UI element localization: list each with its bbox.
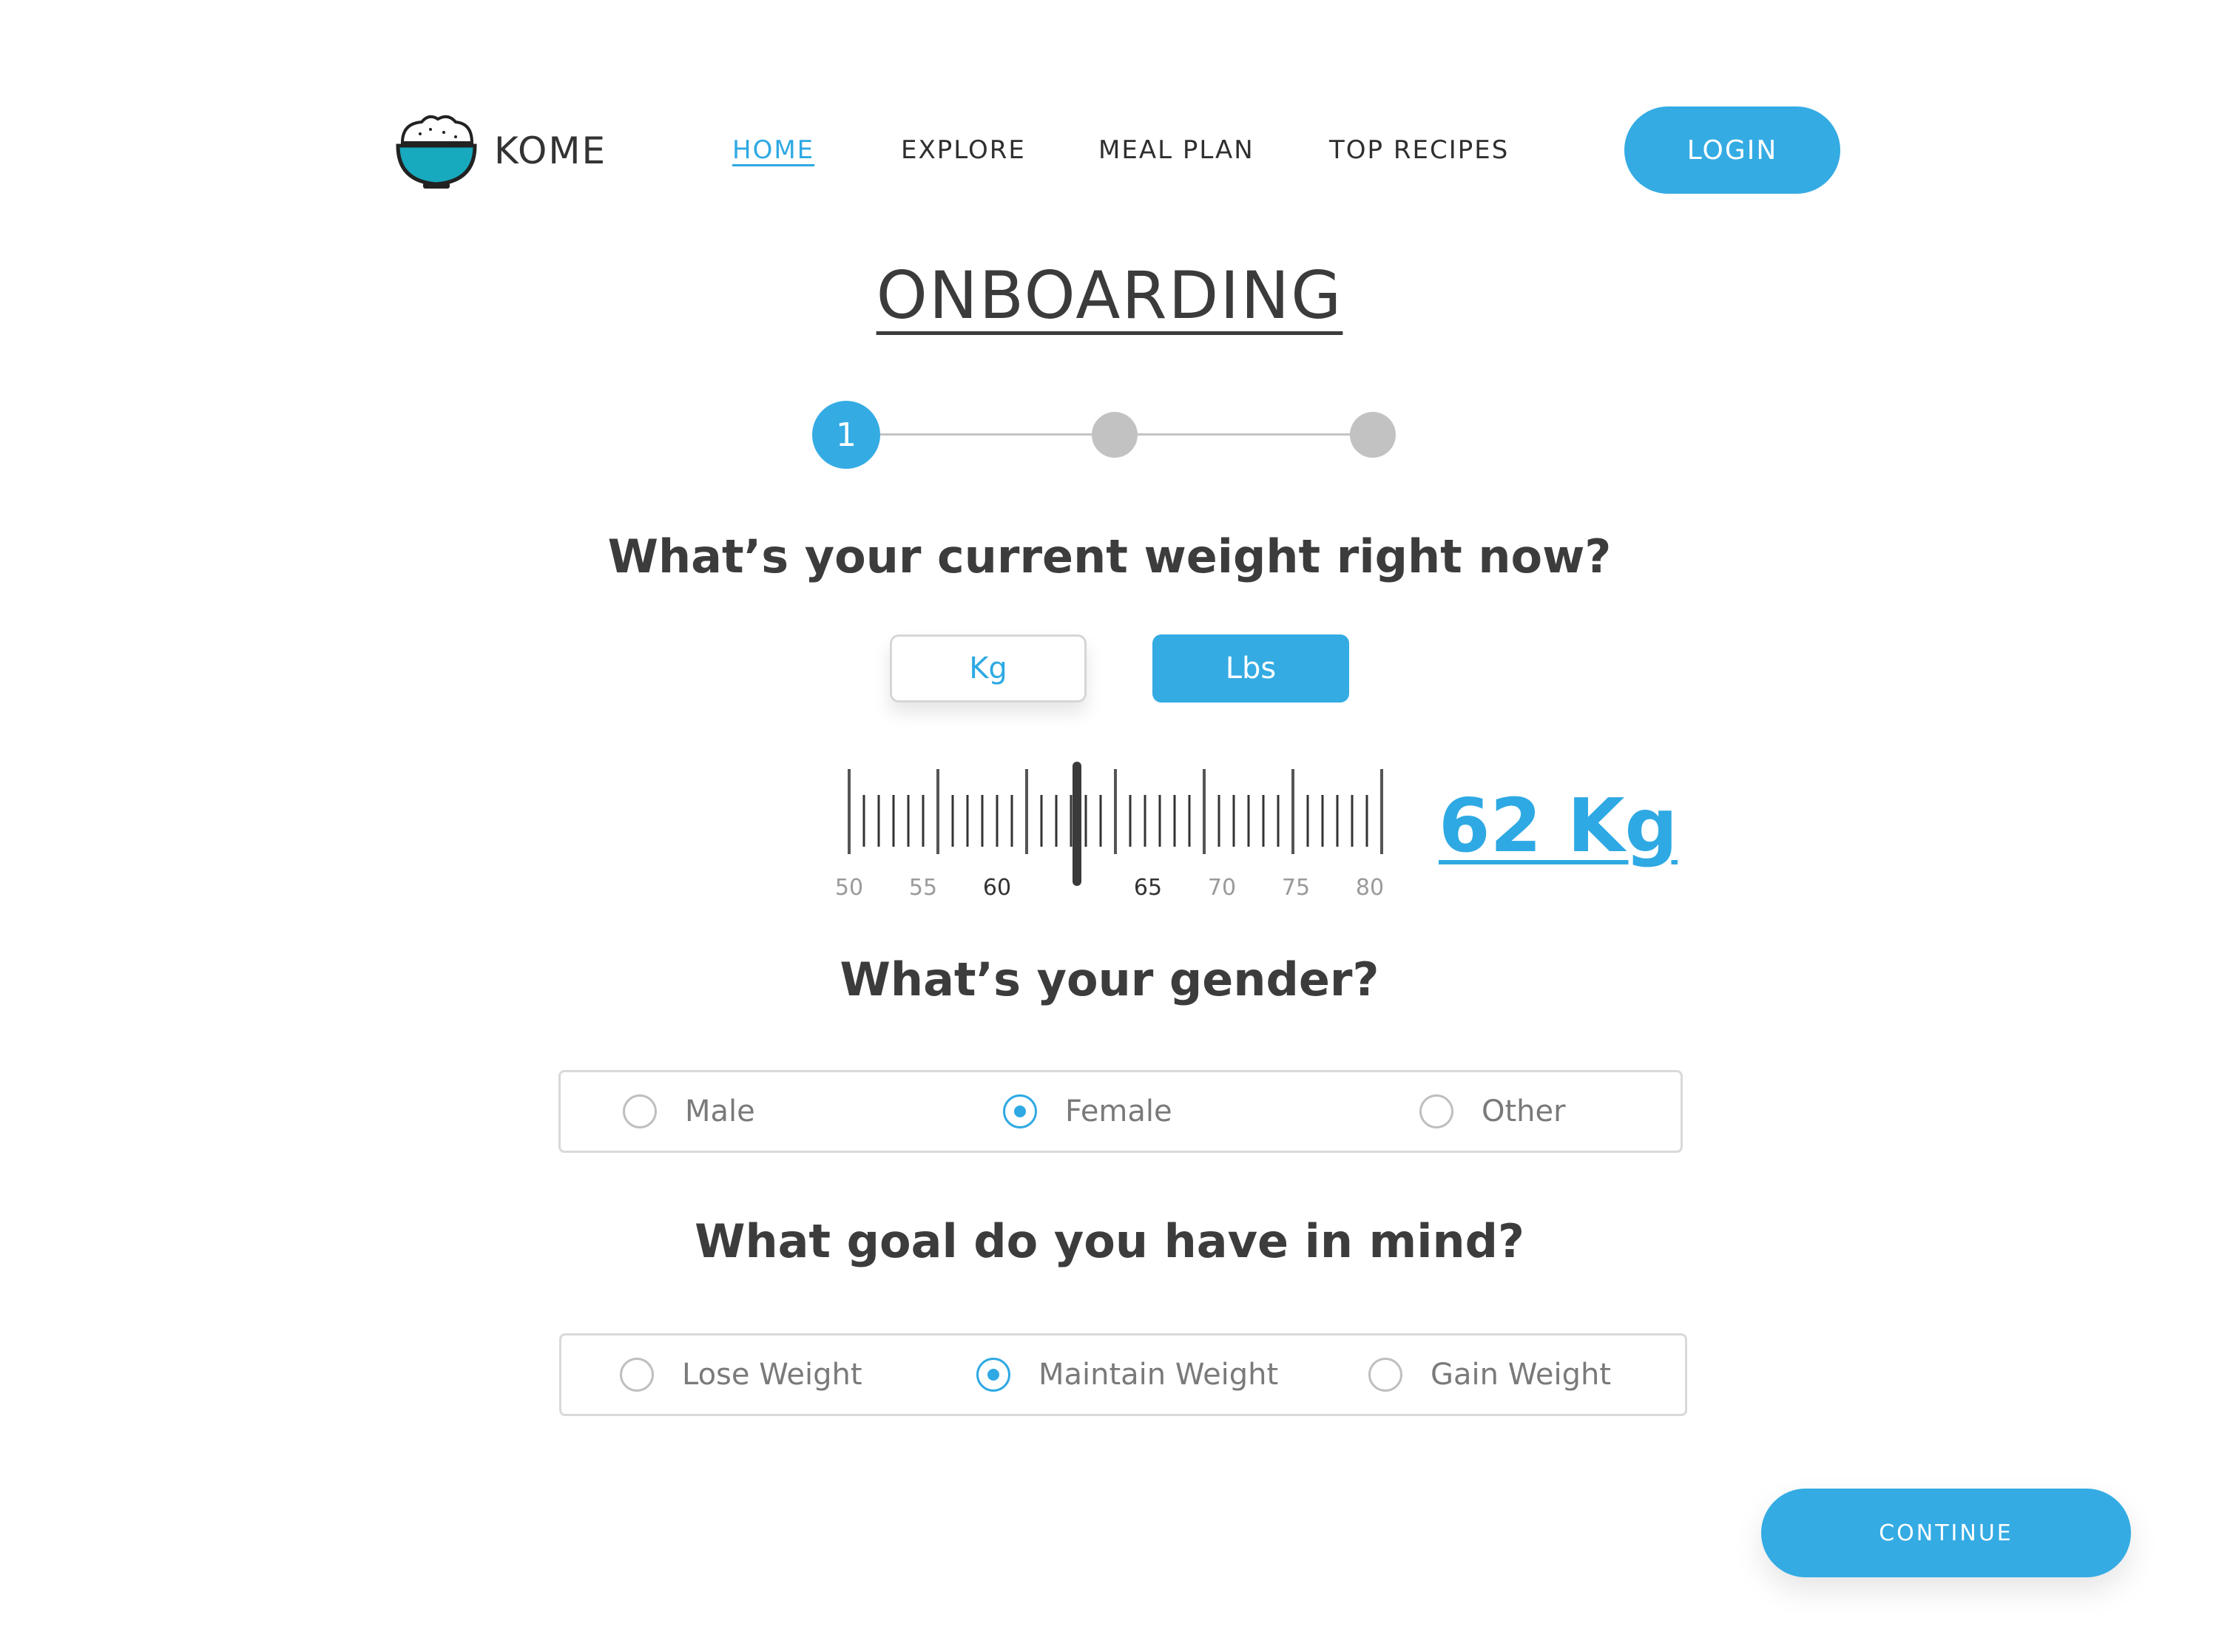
gender-option-female[interactable]: Female — [1003, 1094, 1172, 1128]
login-button[interactable]: LOGIN — [1624, 106, 1840, 194]
unit-kg-button[interactable]: Kg — [890, 634, 1087, 703]
radio-circle-icon[interactable] — [1419, 1094, 1453, 1128]
gender-option-other[interactable]: Other — [1419, 1094, 1566, 1128]
radio-label: Female — [1065, 1094, 1172, 1128]
gender-question: What’s your gender? — [840, 952, 1379, 1006]
continue-button[interactable]: CONTINUE — [1761, 1489, 2131, 1577]
step-2-indicator[interactable] — [1092, 412, 1138, 458]
ruler-tick-label: 65 — [1134, 875, 1162, 901]
radio-circle-icon[interactable] — [623, 1094, 657, 1128]
stepper-connector — [1138, 433, 1351, 436]
brand-name: KOME — [494, 129, 607, 172]
weight-ruler-slider[interactable]: 50 55 60 65 70 75 80 — [814, 747, 1405, 917]
nav-explore[interactable]: EXPLORE — [901, 135, 1026, 165]
radio-label: Gain Weight — [1431, 1358, 1612, 1392]
step-1-indicator[interactable]: 1 — [812, 401, 880, 469]
step-3-indicator[interactable] — [1350, 412, 1396, 458]
rice-bowl-icon — [396, 115, 477, 189]
radio-label: Other — [1482, 1094, 1566, 1128]
radio-label: Maintain Weight — [1038, 1358, 1279, 1392]
gender-option-male[interactable]: Male — [623, 1094, 755, 1128]
weight-value: 62 Kg — [1439, 782, 1678, 869]
radio-label: Male — [685, 1094, 755, 1128]
radio-circle-checked-icon[interactable] — [1003, 1094, 1037, 1128]
ruler-tick-label: 75 — [1282, 875, 1310, 901]
ruler-tick-label: 70 — [1208, 875, 1236, 901]
radio-circle-checked-icon[interactable] — [976, 1358, 1010, 1392]
goal-option-maintain-weight[interactable]: Maintain Weight — [976, 1358, 1278, 1392]
goal-option-gain-weight[interactable]: Gain Weight — [1368, 1358, 1611, 1392]
goal-option-lose-weight[interactable]: Lose Weight — [620, 1358, 862, 1392]
page-title: ONBOARDING — [876, 257, 1343, 334]
ruler-indicator[interactable] — [1073, 762, 1081, 886]
radio-circle-icon[interactable] — [620, 1358, 654, 1392]
ruler-tick-label: 50 — [835, 875, 863, 901]
nav-meal-plan[interactable]: MEAL PLAN — [1098, 135, 1254, 165]
unit-lbs-button[interactable]: Lbs — [1152, 634, 1349, 703]
ruler-tick-label: 60 — [983, 875, 1011, 901]
weight-question: What’s your current weight right now? — [607, 529, 1612, 583]
goal-question: What goal do you have in mind? — [695, 1214, 1524, 1268]
ruler-tick-label: 80 — [1356, 875, 1384, 901]
stepper-connector — [880, 433, 1093, 436]
ruler-tick-label: 55 — [909, 875, 937, 901]
radio-circle-icon[interactable] — [1368, 1358, 1402, 1392]
brand-logo[interactable]: KOME — [392, 107, 614, 196]
nav-home[interactable]: HOME — [732, 135, 814, 165]
radio-label: Lose Weight — [682, 1358, 862, 1392]
nav-top-recipes[interactable]: TOP RECIPES — [1329, 135, 1509, 165]
